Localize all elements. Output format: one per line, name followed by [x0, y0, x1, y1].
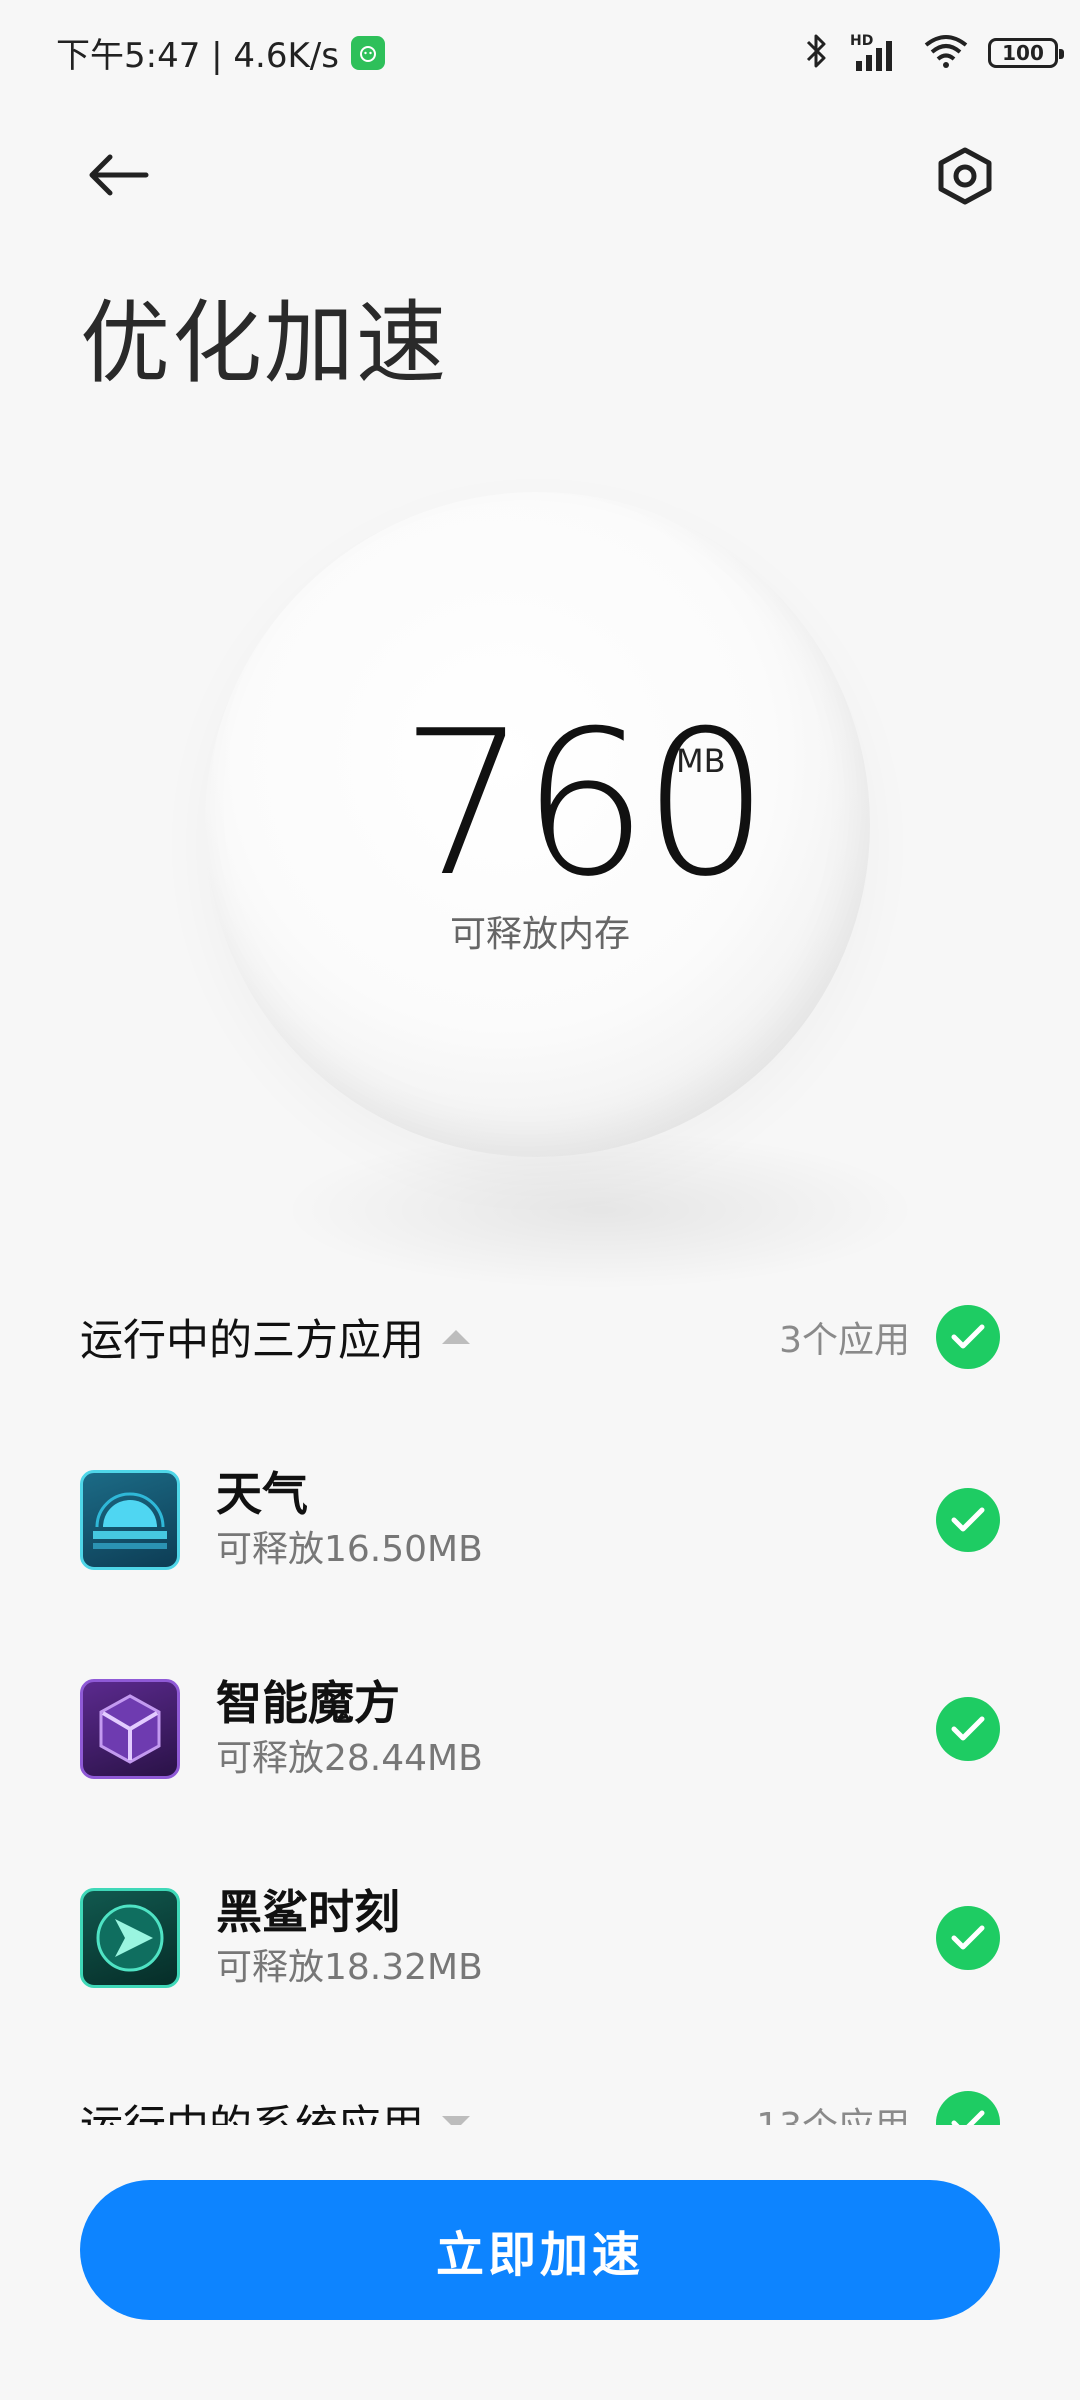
app-text: 天气 可释放16.50MB — [216, 1464, 483, 1576]
memory-unit: MB — [676, 742, 726, 780]
battery-indicator: 100 — [988, 37, 1064, 68]
cube-icon — [80, 1679, 180, 1779]
wifi-icon — [924, 33, 968, 73]
app-text: 智能魔方 可释放28.44MB — [216, 1673, 483, 1785]
blackshark-icon — [80, 1888, 180, 1988]
list-item[interactable]: 智能魔方 可释放28.44MB — [80, 1674, 1000, 1784]
app-name: 天气 — [216, 1467, 308, 1521]
collapse-caret-icon[interactable] — [442, 1330, 470, 1344]
sphere-shadow — [280, 1130, 920, 1290]
settings-hexagon-icon — [937, 146, 993, 210]
app-size: 可释放16.50MB — [216, 1529, 483, 1570]
status-time-speed: 下午5:47 | 4.6K/s — [56, 36, 339, 76]
section-header-third-party[interactable]: 运行中的三方应用 3个应用 — [80, 1302, 1000, 1372]
cellular-signal-icon: HD — [850, 33, 904, 73]
memory-value: 760 — [400, 688, 770, 921]
scroll-clip: 运行中的系统应用 13个应用 — [0, 2080, 1080, 2125]
section-header-system[interactable]: 运行中的系统应用 13个应用 — [80, 2088, 1000, 2125]
list-item[interactable]: 黑鲨时刻 可释放18.32MB — [80, 1883, 1000, 1993]
back-button[interactable] — [80, 145, 156, 209]
section-count: 13个应用 — [756, 2097, 910, 2125]
app-name: 黑鲨时刻 — [216, 1885, 400, 1939]
bluetooth-icon — [804, 32, 830, 74]
status-left: 下午5:47 | 4.6K/s — [56, 28, 385, 77]
app-text: 黑鲨时刻 可释放18.32MB — [216, 1882, 483, 1994]
page-title: 优化加速 — [80, 291, 448, 396]
notification-app-icon — [350, 35, 385, 70]
memory-label: 可释放内存 — [449, 914, 630, 955]
list-item[interactable]: 天气 可释放16.50MB — [80, 1465, 1000, 1575]
app-checkbox[interactable] — [936, 1488, 1000, 1552]
expand-caret-icon[interactable] — [442, 2116, 470, 2125]
section-title: 运行中的三方应用 — [80, 1316, 424, 1366]
app-size: 可释放18.32MB — [216, 1947, 483, 1988]
select-all-checkbox[interactable] — [936, 1305, 1000, 1369]
weather-icon — [80, 1470, 180, 1570]
boost-now-button[interactable]: 立即加速 — [80, 2180, 1000, 2320]
section-count: 3个应用 — [779, 1320, 910, 1361]
app-checkbox[interactable] — [936, 1697, 1000, 1761]
settings-button[interactable] — [930, 143, 1000, 213]
app-name: 智能魔方 — [216, 1676, 400, 1730]
status-right: HD 100 — [804, 32, 1064, 74]
select-all-checkbox[interactable] — [936, 2091, 1000, 2125]
app-checkbox[interactable] — [936, 1906, 1000, 1970]
section-title: 运行中的系统应用 — [80, 2092, 424, 2125]
status-bar: 下午5:47 | 4.6K/s HD 100 — [0, 0, 1080, 105]
back-arrow-icon — [86, 152, 150, 202]
app-size: 可释放28.44MB — [216, 1738, 483, 1779]
